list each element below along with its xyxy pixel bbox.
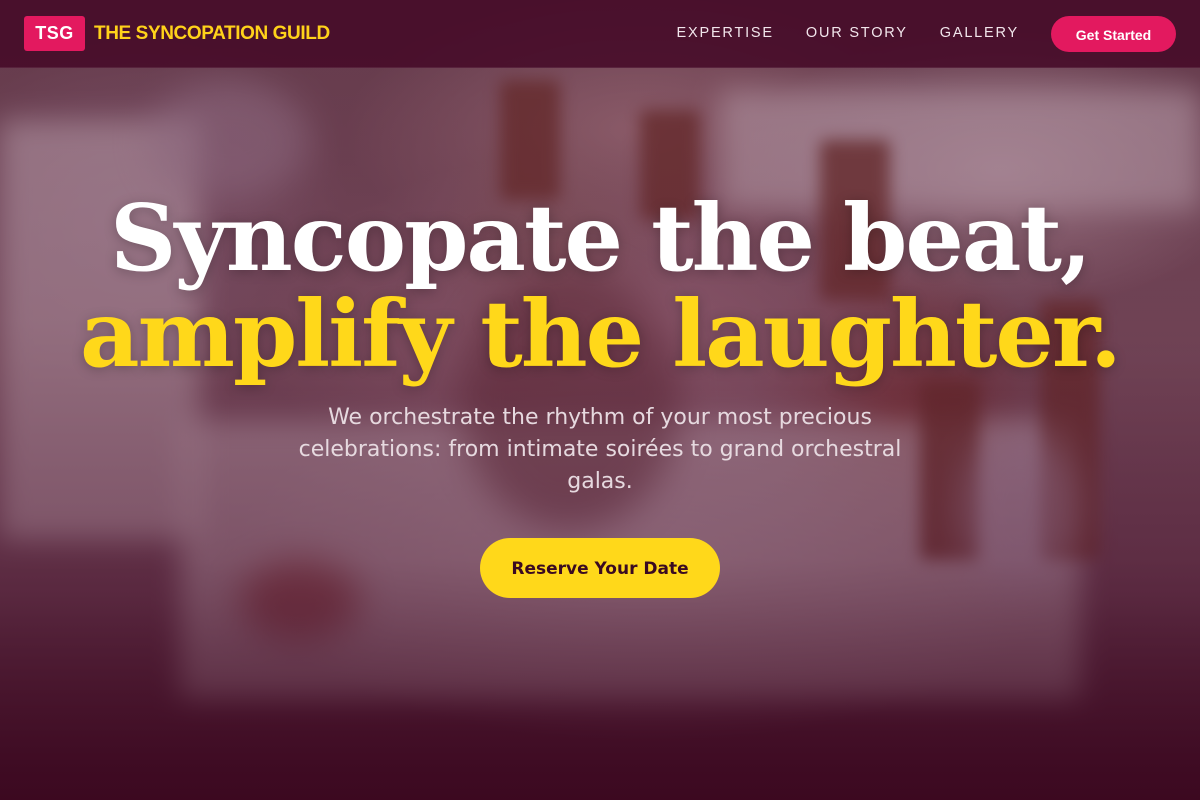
nav-link-expertise[interactable]: EXPERTISE: [677, 23, 774, 43]
brand-name[interactable]: THE SYNCOPATION GUILD: [94, 22, 330, 46]
hero-headline: Syncopate the beat, amplify the laughter…: [0, 190, 1200, 382]
nav-link-gallery[interactable]: GALLERY: [940, 23, 1019, 43]
headline-line-1: Syncopate the beat,: [109, 184, 1092, 292]
nav-links: EXPERTISE OUR STORY GALLERY: [677, 23, 1019, 43]
top-navbar: TSG THE SYNCOPATION GUILD EXPERTISE OUR …: [0, 0, 1200, 68]
brand-logo-badge[interactable]: TSG: [24, 16, 85, 51]
nav-link-our-story[interactable]: OUR STORY: [806, 23, 908, 43]
headline-line-2: amplify the laughter.: [80, 280, 1122, 388]
get-started-button[interactable]: Get Started: [1051, 16, 1176, 52]
reserve-your-date-button[interactable]: Reserve Your Date: [480, 538, 720, 598]
hero-subtitle: We orchestrate the rhythm of your most p…: [298, 405, 902, 494]
hero-section: Syncopate the beat, amplify the laughter…: [0, 190, 1200, 598]
